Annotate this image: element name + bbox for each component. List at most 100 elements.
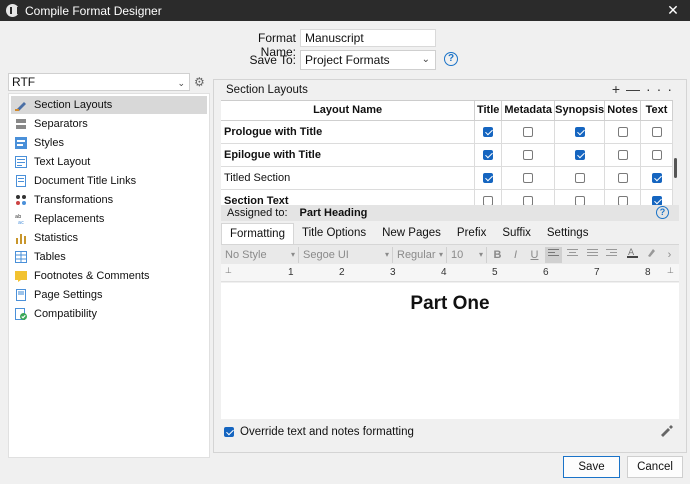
title-cell bbox=[474, 166, 503, 190]
nav-item-document-title-links[interactable]: Document Title Links bbox=[11, 172, 207, 190]
align-left-icon[interactable] bbox=[545, 247, 562, 263]
column-header-layout-name[interactable]: Layout Name bbox=[221, 101, 476, 121]
output-format-select[interactable]: RTF ⌄ bbox=[8, 73, 190, 91]
text-checkbox[interactable] bbox=[651, 149, 662, 160]
nav-item-styles[interactable]: Styles bbox=[11, 134, 207, 152]
synopsis-checkbox[interactable] bbox=[574, 195, 585, 205]
tab-settings[interactable]: Settings bbox=[539, 223, 597, 244]
text-checkbox[interactable] bbox=[651, 172, 662, 183]
remove-layout-icon[interactable]: — bbox=[626, 81, 646, 97]
help-icon[interactable]: ? bbox=[444, 52, 458, 66]
more-options-icon[interactable]: ··· bbox=[646, 81, 678, 97]
gear-icon[interactable]: ⚙ bbox=[194, 75, 205, 89]
bold-button[interactable]: B bbox=[489, 247, 506, 263]
tab-prefix[interactable]: Prefix bbox=[449, 223, 494, 244]
synopsis-checkbox[interactable] bbox=[574, 149, 585, 160]
layouts-scrollbar[interactable] bbox=[674, 120, 678, 205]
align-right-icon[interactable] bbox=[603, 247, 620, 263]
synopsis-checkbox[interactable] bbox=[574, 172, 585, 183]
column-header-text[interactable]: Text bbox=[640, 101, 673, 121]
table-row[interactable]: Epilogue with Title bbox=[221, 143, 673, 167]
font-select[interactable]: Segoe UI ▾ bbox=[303, 247, 393, 263]
font-size-select[interactable]: 10 ▾ bbox=[451, 247, 487, 263]
nav-item-footnotes-comments[interactable]: Footnotes & Comments bbox=[11, 267, 207, 285]
text-cell bbox=[640, 143, 673, 167]
format-preview[interactable]: Part One bbox=[221, 283, 679, 419]
format-name-input[interactable]: Manuscript bbox=[300, 29, 436, 47]
paintbrush-icon[interactable] bbox=[660, 424, 676, 438]
highlight-icon[interactable] bbox=[643, 247, 660, 263]
title-checkbox[interactable] bbox=[483, 172, 494, 183]
layout-name-cell: Prologue with Title bbox=[221, 120, 476, 144]
text-layout-icon bbox=[15, 156, 27, 168]
notes-checkbox[interactable] bbox=[617, 195, 628, 205]
section-layouts-panel: Section Layouts +—··· Layout Name Title … bbox=[213, 79, 687, 453]
title-checkbox[interactable] bbox=[483, 149, 494, 160]
override-formatting-option[interactable]: Override text and notes formatting bbox=[224, 426, 414, 438]
title-bar: Compile Format Designer ✕ bbox=[0, 0, 690, 21]
nav-item-text-layout[interactable]: Text Layout bbox=[11, 153, 207, 171]
text-color-icon[interactable]: A bbox=[624, 247, 641, 263]
column-header-synopsis[interactable]: Synopsis bbox=[554, 101, 606, 121]
underline-button[interactable]: U bbox=[526, 247, 543, 263]
tab-stop-marker[interactable]: ⊥ bbox=[225, 266, 232, 275]
nav-item-section-layouts[interactable]: Section Layouts bbox=[11, 96, 207, 114]
nav-item-separators[interactable]: Separators bbox=[11, 115, 207, 133]
column-header-metadata[interactable]: Metadata bbox=[501, 101, 556, 121]
notes-cell bbox=[604, 189, 642, 205]
save-button[interactable]: Save bbox=[563, 456, 620, 478]
title-checkbox[interactable] bbox=[483, 195, 494, 205]
metadata-checkbox[interactable] bbox=[523, 172, 534, 183]
svg-text:ac: ac bbox=[18, 220, 24, 225]
ruler[interactable]: ⊥ 1 2 3 4 5 6 7 8 ⊥ bbox=[221, 264, 679, 282]
tab-suffix[interactable]: Suffix bbox=[494, 223, 539, 244]
tab-formatting[interactable]: Formatting bbox=[221, 223, 294, 244]
text-checkbox[interactable] bbox=[651, 126, 662, 137]
align-justify-icon[interactable] bbox=[584, 247, 601, 263]
notes-checkbox[interactable] bbox=[617, 126, 628, 137]
column-header-title[interactable]: Title bbox=[474, 101, 503, 121]
footnotes-icon bbox=[15, 270, 27, 282]
scrollbar-thumb[interactable] bbox=[674, 158, 677, 178]
align-center-icon[interactable] bbox=[564, 247, 581, 263]
nav-item-statistics[interactable]: Statistics bbox=[11, 229, 207, 247]
statistics-icon bbox=[15, 232, 27, 244]
metadata-checkbox[interactable] bbox=[523, 195, 534, 205]
italic-button[interactable]: I bbox=[507, 247, 524, 263]
save-to-select[interactable]: Project Formats ⌄ bbox=[300, 50, 436, 70]
override-checkbox[interactable] bbox=[224, 427, 234, 437]
nav-item-tables[interactable]: Tables bbox=[11, 248, 207, 266]
nav-item-compatibility[interactable]: Compatibility bbox=[11, 305, 207, 323]
style-select[interactable]: No Style ▾ bbox=[225, 247, 299, 263]
metadata-checkbox[interactable] bbox=[523, 149, 534, 160]
tab-title-options[interactable]: Title Options bbox=[294, 223, 374, 244]
assigned-to-value: Part Heading bbox=[299, 207, 368, 219]
more-toolbar-icon[interactable]: › bbox=[661, 247, 678, 263]
add-layout-icon[interactable]: + bbox=[612, 81, 626, 97]
save-to-value: Project Formats bbox=[305, 53, 390, 67]
notes-checkbox[interactable] bbox=[617, 149, 628, 160]
synopsis-cell bbox=[554, 143, 606, 167]
table-row[interactable]: Section Text bbox=[221, 189, 673, 205]
table-row[interactable]: Prologue with Title bbox=[221, 120, 673, 144]
tab-new-pages[interactable]: New Pages bbox=[374, 223, 449, 244]
compatibility-icon bbox=[15, 308, 27, 320]
column-header-notes[interactable]: Notes bbox=[604, 101, 642, 121]
right-margin-marker[interactable]: ⊥ bbox=[667, 266, 674, 275]
table-row[interactable]: Titled Section bbox=[221, 166, 673, 190]
synopsis-checkbox[interactable] bbox=[574, 126, 585, 137]
layout-name-cell: Titled Section bbox=[221, 166, 476, 190]
font-weight-select[interactable]: Regular ▾ bbox=[397, 247, 447, 263]
nav-item-replacements[interactable]: ab ac Replacements bbox=[11, 210, 207, 228]
nav-item-transformations[interactable]: Transformations bbox=[11, 191, 207, 209]
title-cell bbox=[474, 120, 503, 144]
nav-item-page-settings[interactable]: Page Settings bbox=[11, 286, 207, 304]
help-icon[interactable]: ? bbox=[656, 206, 669, 219]
cancel-button[interactable]: Cancel bbox=[627, 456, 683, 478]
close-icon[interactable]: ✕ bbox=[656, 0, 690, 21]
text-checkbox[interactable] bbox=[651, 195, 662, 205]
transformations-icon bbox=[15, 194, 27, 206]
title-checkbox[interactable] bbox=[483, 126, 494, 137]
metadata-checkbox[interactable] bbox=[523, 126, 534, 137]
notes-checkbox[interactable] bbox=[617, 172, 628, 183]
